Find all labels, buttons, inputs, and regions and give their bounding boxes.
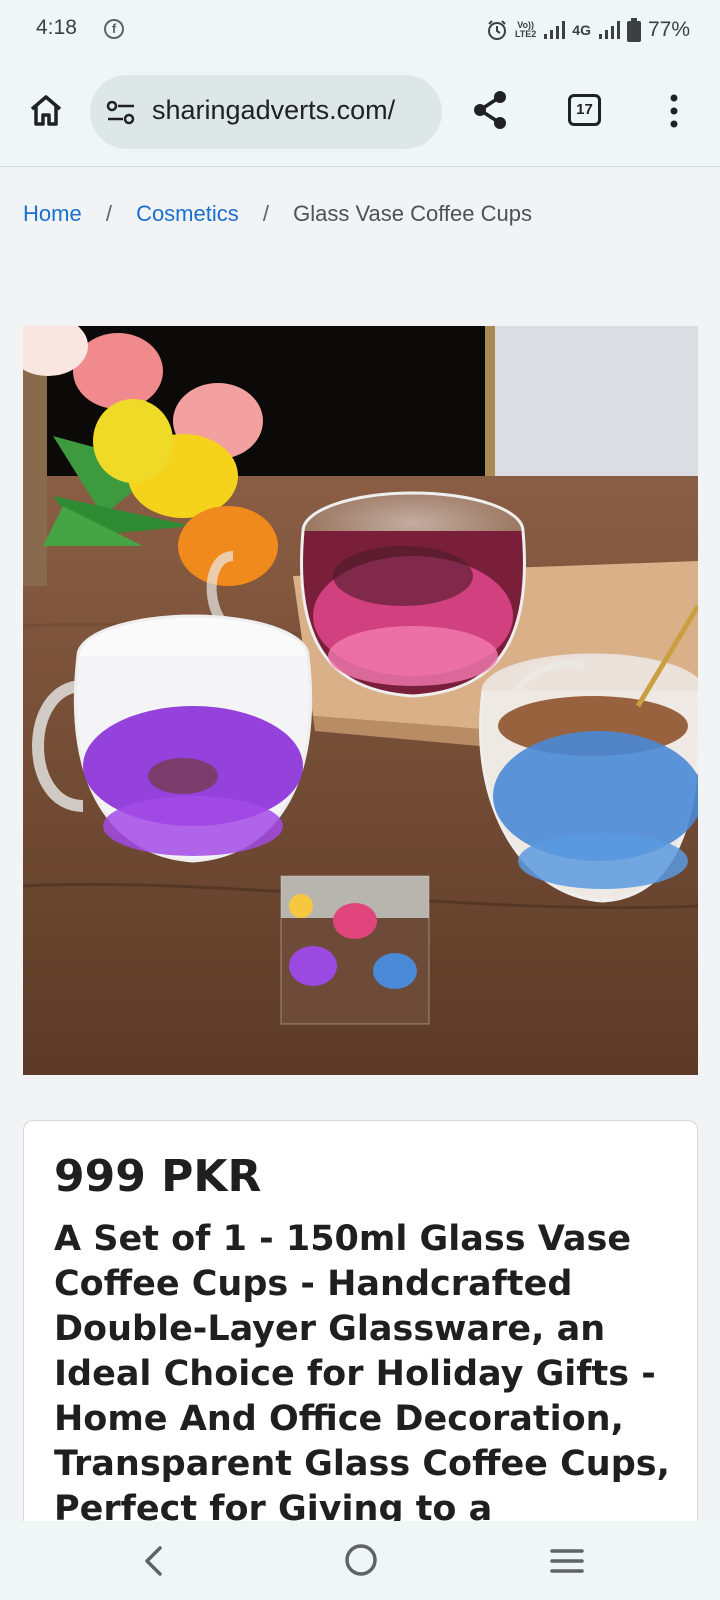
site-settings-icon[interactable] (106, 101, 136, 125)
recents-menu-icon[interactable] (550, 1547, 584, 1575)
status-bar: 4:18 f Vo)) LTE2 4G 77% (0, 0, 720, 62)
battery-percent: 77% (647, 18, 690, 41)
breadcrumb-separator: / (262, 201, 269, 226)
breadcrumb-separator: / (105, 201, 112, 226)
signal-icon-2 (598, 21, 620, 39)
tabs-icon[interactable]: 17 (568, 94, 601, 126)
breadcrumb: Home / Cosmetics / Glass Vase Coffee Cup… (23, 201, 532, 227)
signal-icon (544, 21, 566, 39)
battery-icon (626, 18, 641, 42)
facebook-notification-icon: f (104, 19, 124, 39)
breadcrumb-cosmetics[interactable]: Cosmetics (136, 201, 239, 226)
product-price: 999 PKR (54, 1151, 262, 1202)
volte-indicator: Vo)) LTE2 (515, 21, 536, 39)
system-nav-bar (0, 1521, 720, 1600)
share-icon[interactable] (472, 90, 508, 130)
more-menu-icon[interactable] (668, 94, 680, 128)
volte-bottom-label: LTE2 (514, 29, 537, 39)
alarm-icon (487, 20, 506, 40)
browser-toolbar: sharingadverts.com/ 17 (0, 62, 720, 167)
web-page: Home / Cosmetics / Glass Vase Coffee Cup… (0, 167, 720, 1521)
status-time: 4:18 (36, 16, 77, 39)
network-type: 4G (572, 22, 591, 38)
breadcrumb-home[interactable]: Home (23, 201, 82, 226)
url-text[interactable]: sharingadverts.com/ (152, 95, 395, 126)
status-icons: Vo)) LTE2 4G 77% (486, 14, 690, 46)
home-circle-icon[interactable] (344, 1543, 378, 1577)
back-icon[interactable] (140, 1545, 168, 1577)
breadcrumb-current: Glass Vase Coffee Cups (293, 201, 532, 226)
home-icon[interactable] (28, 92, 64, 128)
address-bar[interactable]: sharingadverts.com/ (90, 75, 442, 149)
product-title: A Set of 1 - 150ml Glass Vase Coffee Cup… (54, 1219, 670, 1521)
product-card: 999 PKR A Set of 1 - 150ml Glass Vase Co… (23, 1120, 698, 1521)
product-image[interactable] (23, 326, 698, 1075)
